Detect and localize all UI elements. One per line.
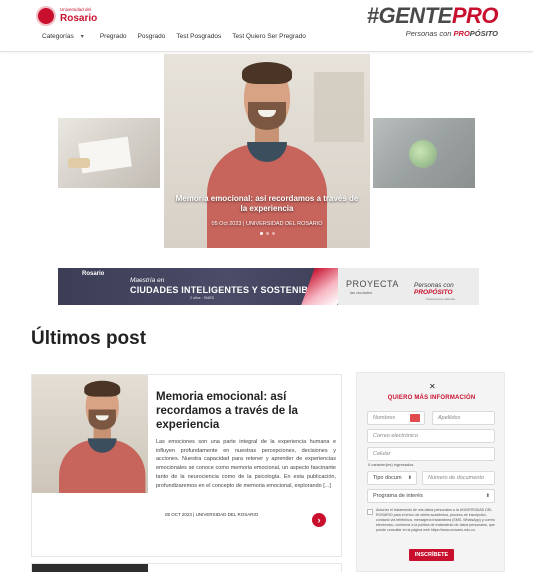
banner-proyecta: PROYECTA — [346, 279, 399, 289]
coins-image — [68, 158, 90, 168]
gente-pro-brand[interactable]: #GENTEPRO Personas con PROPÓSITO — [366, 3, 499, 39]
banner-note: Inscripciones abiertas — [426, 297, 456, 301]
post-card: Memoria emocional: así recordamos a trav… — [31, 374, 342, 557]
programa-value: Programa de interés — [373, 493, 423, 499]
banner-line1: Maestría en — [130, 277, 165, 284]
brand-sub-pro: PRO — [453, 29, 470, 38]
tipo-documento-select[interactable]: Tipo docum ⬍ — [367, 471, 417, 485]
site-header: Universidad del Rosario #GENTEPRO Person… — [0, 0, 533, 52]
banner-gente-pro: PROPÓSITO — [414, 289, 453, 296]
char-counter: 0 caracter(es) ingresados — [368, 462, 414, 467]
submit-button[interactable]: INSCRÍBETE — [409, 549, 454, 561]
carousel-dot[interactable] — [259, 232, 263, 235]
celular-field[interactable]: Celular — [367, 447, 495, 461]
consent-checkbox[interactable] — [367, 509, 373, 515]
tipo-documento-value: Tipo docum — [373, 475, 402, 481]
post-excerpt: Las emociones son una parte integral de … — [156, 439, 336, 489]
post-image[interactable] — [32, 564, 148, 572]
brand-pro: PRO — [451, 3, 499, 28]
banner-line2: CIUDADES INTELIGENTES Y SOSTENIBLES — [130, 284, 327, 295]
carousel-dots — [164, 232, 370, 235]
slide-title[interactable]: Memoria emocional: así recordamos a trav… — [164, 194, 370, 214]
chevron-down-icon: ▾ — [80, 34, 84, 40]
slide-meta: 05 Oct 2023 | UNIVERSIDAD DEL ROSARIO — [211, 221, 323, 227]
chevron-updown-icon: ⬍ — [485, 493, 490, 499]
read-more-button[interactable]: › — [312, 513, 326, 527]
banner-gente-prefix: Personas con — [414, 282, 454, 289]
info-request-form: ✕ QUIERO MÁS INFORMACIÓN Nombres Apellid… — [356, 372, 505, 572]
carousel-prev-slide[interactable] — [58, 118, 160, 188]
smiling-man-photo — [48, 375, 146, 493]
post-title[interactable]: Memoria emocional: así recordamos a trav… — [156, 390, 336, 432]
nombres-field[interactable]: Nombres — [367, 411, 425, 425]
carousel-next-slide[interactable] — [373, 118, 475, 188]
chevron-right-icon: › — [317, 515, 321, 525]
post-card — [31, 563, 342, 572]
logo-big-text: Rosario — [60, 12, 98, 24]
maestria-banner[interactable]: Rosario Maestría en CIUDADES INTELIGENTE… — [58, 268, 479, 305]
brand-gente: #GENTE — [366, 3, 453, 28]
globe-image — [409, 140, 437, 168]
section-title: Últimos post — [31, 328, 147, 349]
celular-placeholder: Celular — [373, 451, 391, 457]
university-seal-icon — [36, 6, 56, 26]
post-meta: 05 OCT 2023 | UNIVERSIDAD DEL ROSARIO — [165, 512, 259, 517]
programa-select[interactable]: Programa de interés ⬍ — [367, 489, 495, 503]
nav-item-posgrado[interactable]: Posgrado — [138, 33, 166, 40]
brand-sub-suffix: PÓSITO — [469, 29, 498, 38]
close-icon[interactable]: ✕ — [429, 382, 436, 391]
autofill-icon — [410, 414, 420, 422]
nav-item-test-quiero-ser-pregrado[interactable]: Test Quiero Ser Pregrado — [232, 33, 306, 40]
featured-carousel: Memoria emocional: así recordamos a trav… — [58, 54, 475, 248]
email-field[interactable]: Correo electrónico — [367, 429, 495, 443]
carousel-active-slide[interactable]: Memoria emocional: así recordamos a trav… — [164, 54, 370, 248]
nav-item-test-posgrados[interactable]: Test Posgrados — [176, 33, 221, 40]
university-logo[interactable]: Universidad del Rosario — [36, 6, 97, 26]
numero-documento-field[interactable]: Número de documento — [422, 471, 495, 485]
banner-logo: Rosario — [82, 271, 105, 277]
banner-proyecta-sub: las ciudades — [350, 290, 373, 295]
apellidos-placeholder: Apellidos — [438, 415, 461, 421]
consent-text: Autorizo el tratamiento de mis datos per… — [376, 508, 495, 532]
form-title: QUIERO MÁS INFORMACIÓN — [387, 395, 476, 401]
slide-caption: Memoria emocional: así recordamos a trav… — [164, 194, 370, 227]
post-image[interactable] — [32, 375, 148, 493]
email-placeholder: Correo electrónico — [373, 433, 418, 439]
nav-categorias[interactable]: Categorías ▾ — [42, 33, 84, 40]
nombres-placeholder: Nombres — [373, 415, 396, 421]
nav-item-pregrado[interactable]: Pregrado — [100, 33, 127, 40]
apellidos-field[interactable]: Apellidos — [432, 411, 495, 425]
carousel-dot[interactable] — [271, 232, 275, 235]
chevron-updown-icon: ⬍ — [407, 475, 412, 481]
main-nav: Categorías ▾ Pregrado Posgrado Test Posgr… — [42, 33, 317, 40]
nav-categorias-label: Categorías — [42, 33, 74, 40]
brand-sub-prefix: Personas con — [405, 29, 454, 38]
carousel-dot[interactable] — [265, 232, 269, 235]
numero-documento-placeholder: Número de documento — [428, 475, 484, 481]
